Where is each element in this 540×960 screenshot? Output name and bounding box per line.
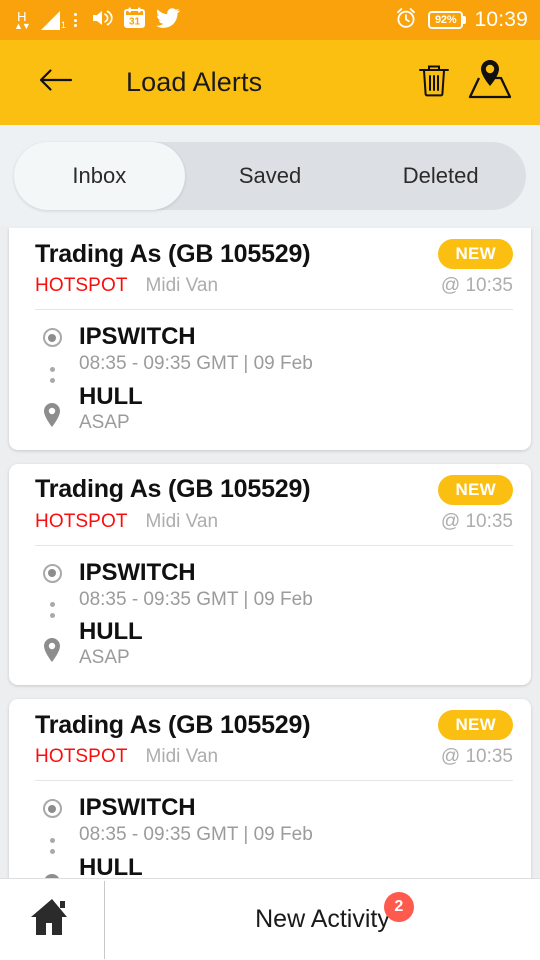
alert-title: Trading As (GB 105529): [35, 475, 311, 504]
vehicle-type: Midi Van: [145, 746, 219, 768]
activity-count-badge: 2: [383, 892, 414, 922]
route-connector-dots: [49, 592, 55, 630]
svg-text:31: 31: [129, 17, 141, 28]
alert-card[interactable]: Trading As (GB 105529) NEW HOTSPOT Midi …: [9, 228, 531, 450]
map-pin-icon: [467, 59, 513, 106]
route-summary: IPSWITCH 08:35 - 09:35 GMT | 09 Feb HULL…: [9, 310, 531, 450]
destination-stop: HULL ASAP: [79, 382, 505, 434]
status-bar-right: 92% 10:39: [395, 7, 528, 34]
bottom-navigation: New Activity 2: [0, 878, 540, 960]
battery-percent: 92%: [435, 14, 457, 26]
tab-inbox-label: Inbox: [72, 163, 127, 188]
destination-name: HULL: [79, 853, 143, 878]
overflow-dots-icon: [71, 13, 80, 27]
origin-radio-icon: [42, 563, 62, 583]
alert-card[interactable]: Trading As (GB 105529) NEW HOTSPOT Midi …: [9, 463, 531, 686]
route-stops: IPSWITCH 08:35 - 09:35 GMT | 09 Feb HULL…: [69, 558, 505, 670]
received-time: @ 10:35: [440, 275, 513, 296]
origin-stop: IPSWITCH 08:35 - 09:35 GMT | 09 Feb: [79, 558, 505, 611]
destination-name: HULL: [79, 618, 143, 646]
volume-icon: [91, 8, 113, 33]
alert-card-header: Trading As (GB 105529) NEW HOTSPOT Midi …: [9, 699, 531, 780]
vehicle-type: Midi Van: [145, 510, 219, 532]
nav-new-activity-button[interactable]: New Activity 2: [105, 879, 540, 960]
tab-deleted[interactable]: Deleted: [355, 142, 526, 210]
origin-radio-icon: [42, 328, 62, 347]
home-icon: [30, 897, 74, 942]
page-title: Load Alerts: [126, 67, 263, 97]
destination-stop: HULL ASAP: [79, 619, 505, 669]
status-bar-left: H ▲▼ 1 31: [14, 7, 395, 33]
origin-stop: IPSWITCH 08:35 - 09:35 GMT | 09 Feb: [79, 795, 505, 846]
signal-bars-icon: 1: [40, 10, 66, 30]
tab-bar: Inbox Saved Deleted: [0, 125, 540, 226]
origin-name: IPSWITCH: [79, 323, 196, 350]
route-summary: IPSWITCH 08:35 - 09:35 GMT | 09 Feb HULL…: [9, 781, 531, 878]
destination-window: ASAP: [79, 411, 130, 433]
status-bar: H ▲▼ 1 31 92% 10:39: [0, 0, 540, 40]
map-button[interactable]: [462, 55, 518, 111]
alert-list[interactable]: Trading As (GB 105529) NEW HOTSPOT Midi …: [0, 228, 540, 878]
origin-name: IPSWITCH: [79, 558, 196, 586]
alert-title: Trading As (GB 105529): [35, 710, 311, 739]
origin-radio-icon: [42, 799, 62, 819]
tab-saved[interactable]: Saved: [185, 142, 356, 210]
alert-card-header: Trading As (GB 105529) NEW HOTSPOT Midi …: [9, 464, 531, 545]
tab-inbox[interactable]: Inbox: [14, 142, 185, 210]
origin-window: 08:35 - 09:35 GMT | 09 Feb: [79, 588, 313, 610]
route-rail: [35, 324, 69, 434]
tab-deleted-label: Deleted: [402, 163, 479, 188]
alert-card[interactable]: Trading As (GB 105529) NEW HOTSPOT Midi …: [9, 699, 531, 878]
alert-card-header: Trading As (GB 105529) NEW HOTSPOT Midi …: [9, 228, 531, 309]
route-summary: IPSWITCH 08:35 - 09:35 GMT | 09 Feb HULL…: [9, 546, 531, 686]
received-time: @ 10:35: [440, 746, 513, 768]
battery-icon: 92%: [428, 11, 464, 29]
route-stops: IPSWITCH 08:35 - 09:35 GMT | 09 Feb HULL…: [69, 795, 505, 878]
route-stops: IPSWITCH 08:35 - 09:35 GMT | 09 Feb HULL…: [69, 324, 505, 434]
tab-saved-label: Saved: [238, 163, 302, 188]
alert-title: Trading As (GB 105529): [35, 239, 311, 268]
route-connector-dots: [49, 827, 55, 865]
hotspot-tag: HOTSPOT: [35, 510, 128, 532]
nav-activity-label: New Activity: [255, 905, 390, 933]
hotspot-tag: HOTSPOT: [35, 275, 128, 296]
signal-triangle: [40, 10, 60, 30]
destination-pin-icon: [43, 638, 61, 667]
back-button[interactable]: [28, 55, 84, 111]
delete-button[interactable]: [406, 55, 462, 111]
status-bar-clock: 10:39: [474, 8, 528, 31]
destination-pin-icon: [43, 402, 61, 432]
origin-window: 08:35 - 09:35 GMT | 09 Feb: [79, 352, 313, 374]
back-arrow-icon: [39, 67, 73, 98]
hspa-arrows: ▲▼: [14, 20, 31, 31]
route-rail: [35, 560, 69, 670]
received-time: @ 10:35: [440, 510, 513, 532]
destination-window: ASAP: [79, 647, 130, 669]
origin-window: 08:35 - 09:35 GMT | 09 Feb: [79, 824, 313, 846]
origin-name: IPSWITCH: [79, 794, 196, 822]
hspa-data-icon: H ▲▼: [14, 10, 31, 31]
alarm-clock-icon: [395, 7, 417, 34]
tab-track: Inbox Saved Deleted: [14, 142, 526, 210]
calendar-icon: 31: [123, 7, 145, 33]
status-badge: NEW: [438, 239, 513, 269]
trash-icon: [417, 62, 451, 103]
origin-stop: IPSWITCH 08:35 - 09:35 GMT | 09 Feb: [79, 324, 505, 375]
destination-name: HULL: [79, 382, 143, 410]
twitter-icon: [155, 7, 180, 33]
destination-stop: HULL ASAP: [79, 855, 505, 878]
status-badge: NEW: [438, 474, 513, 505]
hotspot-tag: HOTSPOT: [35, 746, 128, 768]
nav-home-button[interactable]: [0, 879, 104, 960]
app-bar: Load Alerts: [0, 40, 540, 125]
vehicle-type: Midi Van: [145, 275, 219, 296]
route-rail: [35, 795, 69, 878]
status-badge: NEW: [438, 710, 513, 741]
route-connector-dots: [49, 356, 55, 394]
signal-sim-number: 1: [60, 19, 66, 30]
